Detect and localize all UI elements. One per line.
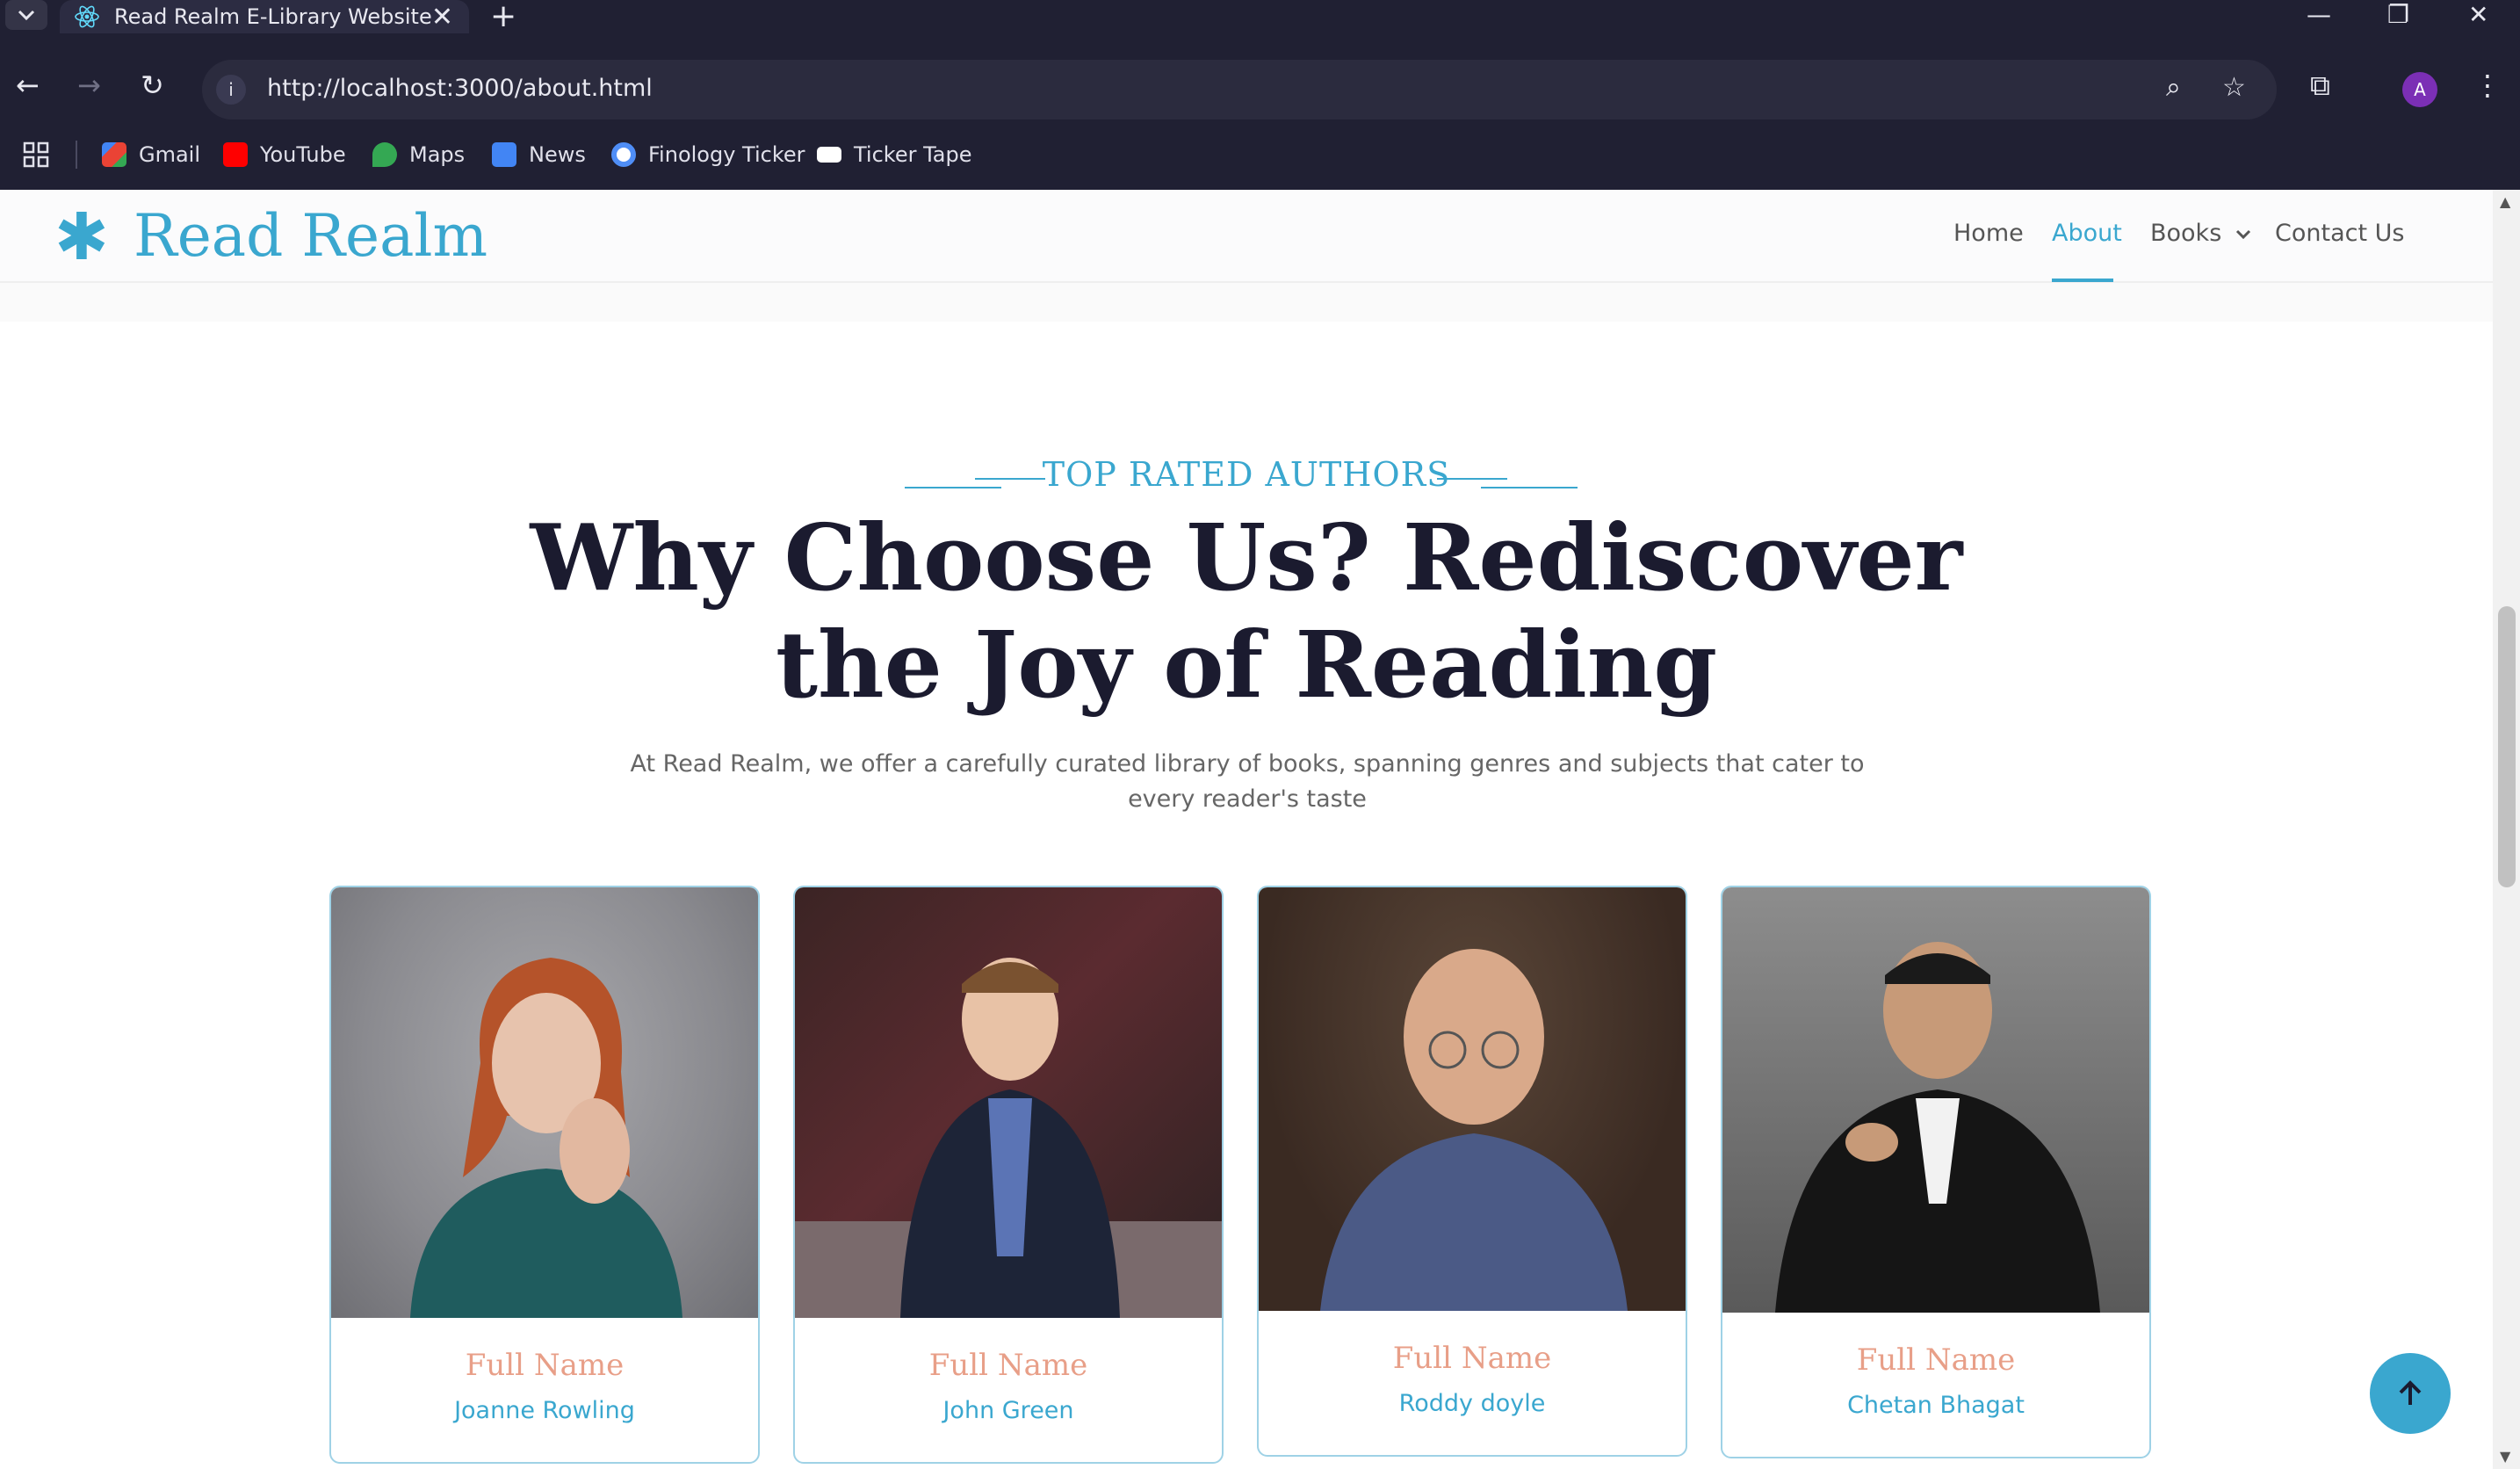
author-role: Full Name bbox=[1856, 1342, 2016, 1378]
address-bar[interactable]: i http://localhost:3000/about.html ⌕ ☆ bbox=[202, 60, 2277, 119]
author-name: Joanne Rowling bbox=[454, 1397, 635, 1424]
card-body: Full Name Roddy doyle bbox=[1259, 1311, 1686, 1455]
url-text: http://localhost:3000/about.html bbox=[267, 75, 653, 102]
section-title: Why Choose Us? Rediscover the Joy of Rea… bbox=[0, 504, 2493, 719]
close-tab-icon[interactable]: ✕ bbox=[431, 2, 453, 33]
nav-books-label: Books bbox=[2150, 220, 2222, 247]
scroll-to-top-button[interactable] bbox=[2370, 1353, 2451, 1434]
card-body: Full Name Joanne Rowling bbox=[331, 1318, 758, 1462]
browser-chrome: Read Realm E-Library Website ✕ + — ❐ ✕ ←… bbox=[0, 0, 2520, 190]
tab-search-button[interactable] bbox=[5, 0, 47, 30]
news-icon bbox=[492, 142, 516, 167]
bookmark-label: Gmail bbox=[139, 142, 201, 167]
author-name: Roddy doyle bbox=[1398, 1390, 1546, 1417]
bookmark-label: Ticker Tape bbox=[854, 142, 972, 167]
apps-grid-icon[interactable] bbox=[23, 137, 49, 172]
author-card[interactable]: Full Name Joanne Rowling bbox=[329, 886, 760, 1464]
page-scrollbar[interactable]: ▲ ▼ bbox=[2493, 190, 2520, 1469]
active-nav-underline bbox=[2052, 279, 2113, 282]
author-name: John Green bbox=[942, 1397, 1074, 1424]
back-arrow-icon[interactable]: ← bbox=[16, 69, 40, 102]
section-description: At Read Realm, we offer a carefully cura… bbox=[630, 750, 1865, 813]
forward-arrow-icon[interactable]: → bbox=[77, 69, 101, 102]
chevron-down-icon bbox=[18, 10, 35, 21]
chevron-down-icon bbox=[2235, 229, 2250, 240]
author-role: Full Name bbox=[928, 1348, 1088, 1383]
author-role: Full Name bbox=[465, 1348, 625, 1383]
browser-toolbar: ← → ↻ i http://localhost:3000/about.html… bbox=[0, 53, 2520, 125]
bookmark-label: Maps bbox=[409, 142, 466, 167]
tickertape-icon bbox=[817, 147, 841, 163]
youtube-icon bbox=[223, 142, 248, 167]
bookmarks-bar: Gmail YouTube Maps News Finology Ticker … bbox=[0, 130, 2520, 179]
bookmark-finology[interactable]: Finology Ticker bbox=[611, 137, 805, 172]
author-photo bbox=[1722, 887, 2149, 1313]
section-title-line-2: the Joy of Reading bbox=[775, 611, 1718, 719]
card-body: Full Name John Green bbox=[795, 1318, 1222, 1462]
nav-contact[interactable]: Contact Us bbox=[2275, 220, 2404, 247]
card-body: Full Name Chetan Bhagat bbox=[1722, 1313, 2149, 1457]
bookmark-label: Finology Ticker bbox=[648, 142, 805, 167]
nav-home[interactable]: Home bbox=[1953, 220, 2024, 247]
author-portrait-illustration bbox=[1320, 949, 1628, 1311]
author-card[interactable]: Full Name John Green bbox=[793, 886, 1224, 1464]
scrollbar-thumb[interactable] bbox=[2498, 606, 2516, 887]
tab-title: Read Realm E-Library Website bbox=[114, 4, 432, 29]
scroll-up-arrow-icon[interactable]: ▲ bbox=[2500, 193, 2510, 210]
bookmark-star-icon[interactable]: ☆ bbox=[2222, 72, 2246, 103]
browser-tab[interactable]: Read Realm E-Library Website ✕ bbox=[60, 0, 469, 33]
bookmark-gmail[interactable]: Gmail bbox=[102, 137, 200, 172]
author-portrait-illustration bbox=[795, 958, 1222, 1318]
header-band bbox=[0, 283, 2493, 322]
bookmark-youtube[interactable]: YouTube bbox=[223, 137, 346, 172]
close-window-icon[interactable]: ✕ bbox=[2468, 0, 2488, 29]
section-kicker: TOP RATED AUTHORS bbox=[1042, 455, 1451, 494]
author-photo bbox=[795, 887, 1222, 1318]
bookmarks-divider bbox=[76, 141, 77, 169]
site-header: ✱ Read Realm Home About Books Contact Us bbox=[0, 190, 2493, 283]
bookmark-news[interactable]: News bbox=[492, 137, 586, 172]
site-info-icon[interactable]: i bbox=[216, 75, 246, 105]
author-name: Chetan Bhagat bbox=[1847, 1392, 2025, 1419]
author-card[interactable]: Full Name Chetan Bhagat bbox=[1721, 886, 2151, 1458]
menu-kebab-icon[interactable]: ⋮ bbox=[2473, 69, 2502, 102]
author-role: Full Name bbox=[1392, 1341, 1552, 1376]
new-tab-button[interactable]: + bbox=[490, 0, 516, 34]
tab-strip: Read Realm E-Library Website ✕ + — ❐ ✕ bbox=[0, 0, 2520, 34]
author-portrait-illustration bbox=[410, 958, 682, 1318]
bookmark-maps[interactable]: Maps bbox=[372, 137, 465, 172]
bookmark-label: News bbox=[529, 142, 586, 167]
bookmark-tickertape[interactable]: Ticker Tape bbox=[817, 137, 971, 172]
minimize-icon[interactable]: — bbox=[2307, 0, 2331, 29]
author-card[interactable]: Full Name Roddy doyle bbox=[1257, 886, 1687, 1457]
bookmark-label: YouTube bbox=[260, 142, 346, 167]
section-title-line-1: Why Choose Us? Rediscover bbox=[530, 503, 1963, 611]
profile-avatar[interactable]: A bbox=[2402, 72, 2437, 107]
zoom-icon[interactable]: ⌕ bbox=[2166, 72, 2181, 103]
react-icon bbox=[75, 5, 99, 28]
author-photo bbox=[331, 887, 758, 1318]
reload-icon[interactable]: ↻ bbox=[141, 69, 164, 102]
asterisk-logo-icon[interactable]: ✱ bbox=[54, 205, 109, 270]
nav-about[interactable]: About bbox=[2052, 220, 2122, 247]
scroll-down-arrow-icon[interactable]: ▼ bbox=[2500, 1448, 2510, 1465]
nav-books[interactable]: Books bbox=[2150, 220, 2252, 247]
site-logo-text[interactable]: Read Realm bbox=[134, 202, 487, 270]
author-photo bbox=[1259, 887, 1686, 1311]
gmail-icon bbox=[102, 142, 126, 167]
arrow-up-icon bbox=[2399, 1380, 2422, 1405]
finology-icon bbox=[611, 142, 636, 167]
author-portrait-illustration bbox=[1775, 942, 2100, 1313]
restore-icon[interactable]: ❐ bbox=[2387, 0, 2409, 29]
extensions-icon[interactable]: ⧉ bbox=[2310, 69, 2330, 103]
maps-icon bbox=[372, 142, 397, 167]
